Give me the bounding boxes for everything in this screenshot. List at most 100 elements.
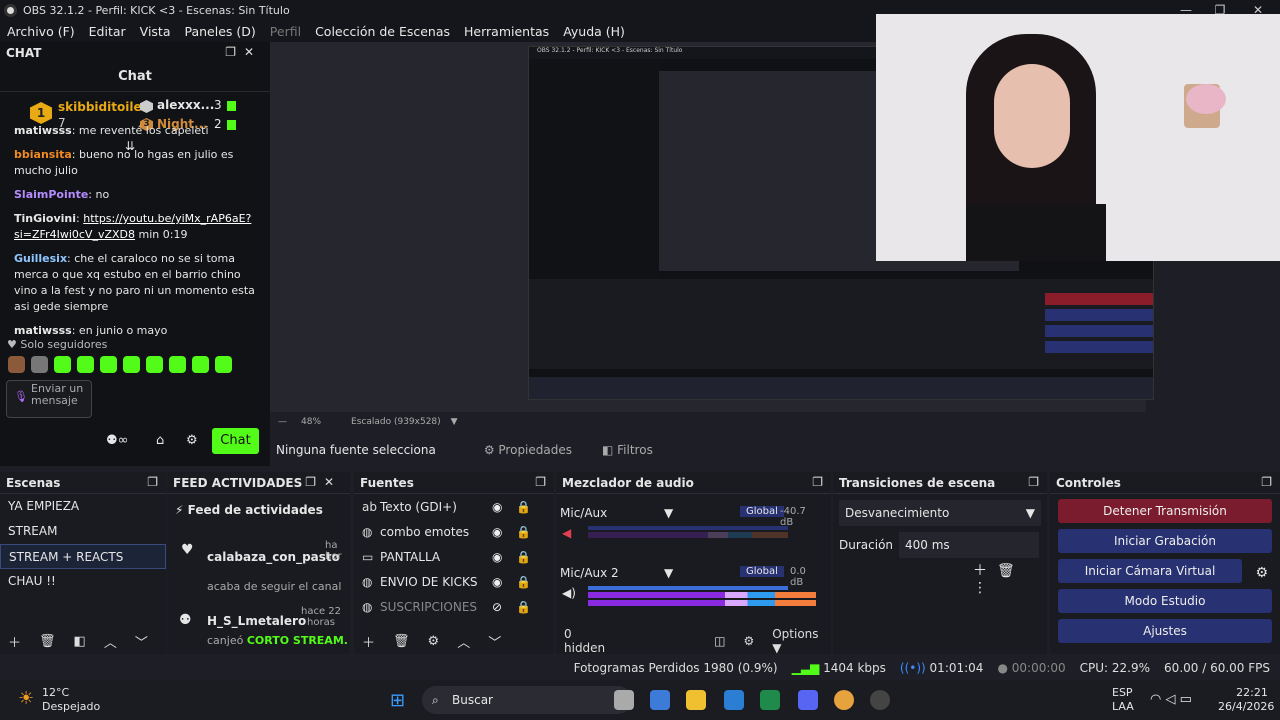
copilot-icon[interactable] — [650, 690, 670, 710]
chat-username[interactable]: bbiansita — [14, 148, 72, 161]
emote[interactable] — [146, 356, 163, 373]
emote[interactable] — [100, 356, 117, 373]
gear-icon[interactable]: ⚙ — [743, 634, 754, 648]
dock-float-icon[interactable]: ❐ — [147, 475, 158, 489]
down-icon[interactable]: ﹀ — [488, 632, 501, 651]
source-item[interactable]: ◍ SUSCRIPCIONES ⊘ 🔒 — [354, 594, 554, 619]
muted-speaker-icon[interactable]: ◀ — [562, 526, 571, 540]
eye-icon[interactable]: ⊘ — [492, 600, 502, 614]
dock-float-close-icon[interactable]: ❐✕ — [225, 45, 262, 59]
taskbar-search[interactable]: ⌕ Buscar — [422, 686, 632, 714]
task-view-icon[interactable] — [614, 690, 634, 710]
scene-item[interactable]: YA EMPIEZA — [0, 494, 166, 519]
add-icon[interactable]: ＋ — [8, 632, 21, 651]
eye-icon[interactable]: ◉ — [492, 575, 502, 589]
menu-editar[interactable]: Editar — [89, 24, 126, 39]
dock-float-icon[interactable]: ❐ — [535, 475, 546, 489]
channel-mode[interactable]: Global — [740, 506, 784, 517]
menu-paneles[interactable]: Paneles (D) — [185, 24, 256, 39]
trash-icon[interactable]: 🗑 — [997, 563, 1025, 579]
emote[interactable] — [215, 356, 232, 373]
chat-username[interactable]: Guillesix — [14, 252, 67, 265]
emote[interactable] — [54, 356, 71, 373]
down-icon[interactable]: ﹀ — [135, 632, 148, 651]
speaker-icon[interactable]: ◀) — [562, 586, 576, 600]
properties-button[interactable]: ⚙ Propiedades — [484, 443, 572, 457]
lock-icon[interactable]: 🔒 — [516, 500, 531, 514]
trash-icon[interactable]: 🗑 — [393, 634, 410, 649]
gear-icon[interactable]: ⚙ — [186, 433, 198, 448]
dock-float-icon[interactable]: ❐ — [812, 475, 823, 489]
chat-input[interactable]: 🎙 Enviar un mensaje — [6, 380, 92, 418]
menu-archivo[interactable]: Archivo (F) — [7, 24, 75, 39]
clock-time[interactable]: 22:21 — [1232, 686, 1272, 699]
language-label[interactable]: ESP — [1112, 686, 1133, 699]
source-item[interactable]: ◍ ENVIO DE KICKS ◉ 🔒 — [354, 569, 554, 594]
eye-icon[interactable]: ◉ — [492, 525, 502, 539]
options-button[interactable]: Options ▼ — [772, 627, 831, 655]
scene-item[interactable]: STREAM + REACTS — [0, 544, 166, 569]
menu-ayuda[interactable]: Ayuda (H) — [563, 24, 625, 39]
settings-button[interactable]: Ajustes — [1058, 619, 1272, 643]
emote[interactable] — [192, 356, 209, 373]
channel-mode[interactable]: Global — [740, 566, 784, 577]
gear-icon[interactable]: ⚙ — [428, 634, 440, 649]
emote[interactable] — [31, 356, 48, 373]
duration-input[interactable]: 400 ms — [899, 532, 1039, 558]
weather-icon[interactable]: ☀ — [18, 688, 34, 709]
layout-icon[interactable]: ◫ — [714, 634, 725, 648]
lock-icon[interactable]: 🔒 — [516, 550, 531, 564]
dock-float-icon[interactable]: ❐ — [1028, 475, 1039, 489]
scale-label[interactable]: Escalado (939x528) — [351, 417, 441, 427]
filters-button[interactable]: ◧ Filtros — [602, 443, 653, 457]
add-icon[interactable]: ＋ — [362, 632, 375, 651]
stop-streaming-button[interactable]: Detener Transmisión — [1058, 499, 1272, 523]
eye-icon[interactable]: ◉ — [492, 500, 502, 514]
scene-item[interactable]: CHAU !! — [0, 569, 166, 594]
wifi-icon[interactable]: ◠ ◁ ▭ — [1150, 692, 1192, 707]
menu-herramientas[interactable]: Herramientas — [464, 24, 549, 39]
weather-temp[interactable]: 12°C — [42, 686, 69, 699]
lock-icon[interactable]: 🔒 — [516, 525, 531, 539]
up-icon[interactable]: ︿ — [104, 632, 117, 651]
microphone-icon[interactable]: 🎙 — [14, 391, 28, 403]
obs-taskbar-icon[interactable] — [870, 690, 890, 710]
emotes-icon[interactable]: ⚉∞ — [106, 433, 128, 448]
emote[interactable] — [8, 356, 25, 373]
start-recording-button[interactable]: Iniciar Grabación — [1058, 529, 1272, 553]
volume-slider[interactable] — [588, 586, 788, 590]
filter-icon[interactable]: ◧ — [74, 634, 86, 649]
trash-icon[interactable]: 🗑 — [39, 634, 56, 649]
up-icon[interactable]: ︿ — [457, 632, 470, 651]
studio-mode-button[interactable]: Modo Estudio — [1058, 589, 1272, 613]
menu-vista[interactable]: Vista — [140, 24, 171, 39]
discord-icon[interactable] — [798, 690, 818, 710]
volume-slider[interactable] — [588, 526, 788, 530]
chat-username[interactable]: matiwsss — [14, 124, 72, 137]
emote[interactable] — [123, 356, 140, 373]
transition-select[interactable]: Desvanecimiento ▼ — [839, 500, 1041, 526]
dock-float-icon[interactable]: ❐ — [1261, 475, 1272, 489]
file-explorer-icon[interactable] — [686, 690, 706, 710]
menu-perfil[interactable]: Perfil — [270, 24, 301, 39]
store-icon[interactable]: ⌂ — [156, 433, 164, 448]
excel-icon[interactable] — [760, 690, 780, 710]
emote[interactable] — [77, 356, 94, 373]
source-item[interactable]: ◍ combo emotes ◉ 🔒 — [354, 519, 554, 544]
chrome-icon[interactable] — [834, 690, 854, 710]
start-virtual-camera-button[interactable]: Iniciar Cámara Virtual — [1058, 559, 1242, 583]
emote[interactable] — [169, 356, 186, 373]
source-item[interactable]: ab Texto (GDI+) ◉ 🔒 — [354, 494, 554, 519]
gear-icon[interactable]: ⚙ — [1255, 565, 1268, 581]
chat-username[interactable]: matiwsss — [14, 324, 72, 337]
word-icon[interactable] — [724, 690, 744, 710]
menu-coleccion[interactable]: Colección de Escenas — [315, 24, 450, 39]
zoom-minus-icon[interactable]: — — [278, 417, 287, 427]
chevron-down-icon[interactable]: ▼ — [664, 566, 673, 580]
chat-send-button[interactable]: Chat — [212, 428, 259, 454]
clock-date[interactable]: 26/4/2026 — [1218, 700, 1274, 713]
scene-item[interactable]: STREAM — [0, 519, 166, 544]
chevron-down-icon[interactable]: ▼ — [664, 506, 673, 520]
more-icon[interactable]: ⋮ — [973, 580, 997, 596]
start-icon[interactable]: ⊞ — [390, 690, 405, 711]
